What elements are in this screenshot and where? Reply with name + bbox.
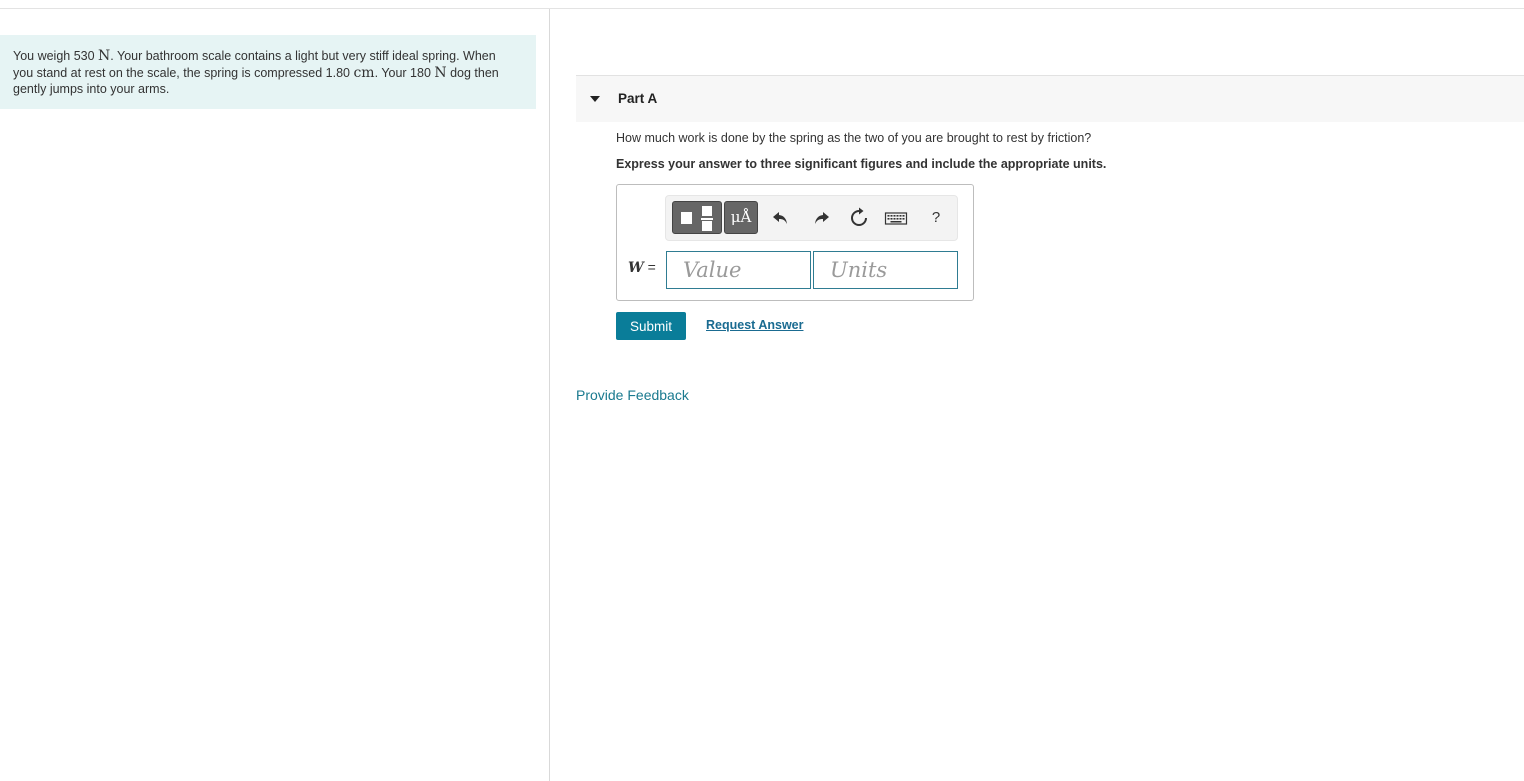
math-toolbar: μÅ ? xyxy=(665,195,958,241)
templates-button[interactable] xyxy=(672,201,722,234)
value-input[interactable] xyxy=(666,251,811,289)
answer-label: W = xyxy=(628,259,656,276)
problem-pane: You weigh 530 N. Your bathroom scale con… xyxy=(0,9,550,781)
part-a-header[interactable]: Part A xyxy=(576,75,1524,122)
units-button[interactable]: μÅ xyxy=(724,201,758,234)
collapse-caret-icon[interactable] xyxy=(590,96,600,102)
answer-pane: Part A How much work is done by the spri… xyxy=(576,0,1524,781)
instruction-text: Express your answer to three significant… xyxy=(616,157,1107,171)
answer-entry-box: μÅ ? W = Value Units xyxy=(616,184,974,301)
redo-icon[interactable] xyxy=(808,206,832,230)
equals-sign: = xyxy=(643,259,656,275)
problem-statement: You weigh 530 N. Your bathroom scale con… xyxy=(0,35,536,109)
part-title: Part A xyxy=(618,91,658,106)
answer-variable: W xyxy=(628,260,644,276)
undo-icon[interactable] xyxy=(770,206,794,230)
reset-icon[interactable] xyxy=(847,206,871,230)
problem-text-3: . Your 180 xyxy=(374,65,435,80)
unit-newton-2: N xyxy=(434,64,447,81)
unit-newton: N xyxy=(98,48,111,64)
units-input[interactable] xyxy=(813,251,958,289)
request-answer-link[interactable]: Request Answer xyxy=(706,318,803,332)
problem-text-1: You weigh 530 xyxy=(13,49,99,63)
keyboard-icon[interactable] xyxy=(884,206,908,230)
question-text: How much work is done by the spring as t… xyxy=(616,131,1092,145)
unit-centimeter: cm xyxy=(353,64,375,81)
provide-feedback-link[interactable]: Provide Feedback xyxy=(576,387,689,403)
help-button[interactable]: ? xyxy=(924,206,948,230)
submit-button[interactable]: Submit xyxy=(616,312,686,340)
